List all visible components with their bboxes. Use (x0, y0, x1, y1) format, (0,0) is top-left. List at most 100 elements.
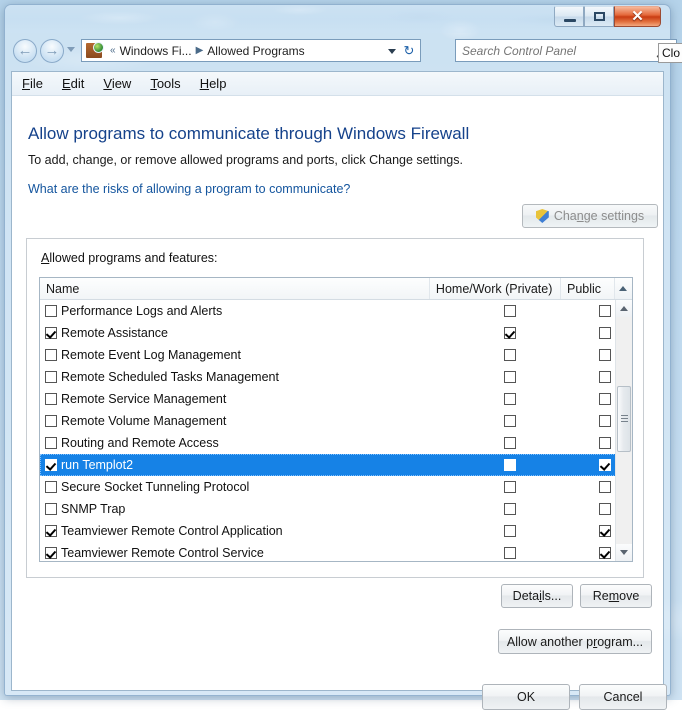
breadcrumb-current[interactable]: Allowed Programs (207, 44, 304, 58)
row-private-checkbox[interactable] (504, 415, 516, 427)
row-enabled-checkbox[interactable] (45, 305, 57, 317)
menu-item-file[interactable]: File (22, 76, 43, 91)
row-program-name: run Templot2 (61, 458, 133, 472)
row-name-cell: Secure Socket Tunneling Protocol (40, 480, 442, 494)
allow-another-label: Allow another program... (507, 635, 643, 649)
row-public-checkbox[interactable] (599, 437, 611, 449)
row-enabled-checkbox[interactable] (45, 459, 57, 471)
table-row[interactable]: Remote Volume Management (40, 410, 632, 432)
row-private-checkbox[interactable] (504, 305, 516, 317)
row-public-checkbox[interactable] (599, 481, 611, 493)
row-enabled-checkbox[interactable] (45, 371, 57, 383)
minimize-button[interactable] (554, 6, 584, 27)
table-row[interactable]: SNMP Trap (40, 498, 632, 520)
row-private-checkbox[interactable] (504, 393, 516, 405)
remove-button[interactable]: Remove (580, 584, 652, 608)
forward-button[interactable]: → (40, 39, 64, 63)
maximize-button[interactable] (584, 6, 614, 27)
title-bar: ✕ (5, 5, 670, 33)
row-enabled-checkbox[interactable] (45, 547, 57, 559)
table-row[interactable]: Performance Logs and Alerts (40, 300, 632, 322)
ok-button[interactable]: OK (482, 684, 570, 710)
row-public-checkbox[interactable] (599, 327, 611, 339)
column-header-corner[interactable] (615, 278, 632, 299)
scroll-down-button[interactable] (616, 544, 632, 561)
list-vertical-scrollbar[interactable] (615, 300, 632, 561)
row-enabled-checkbox[interactable] (45, 503, 57, 515)
row-private-checkbox[interactable] (504, 371, 516, 383)
row-enabled-checkbox[interactable] (45, 393, 57, 405)
row-name-cell: Remote Service Management (40, 392, 442, 406)
forward-arrow-icon: → (41, 40, 63, 62)
menu-item-help[interactable]: Help (200, 76, 227, 91)
table-row[interactable]: Remote Assistance (40, 322, 632, 344)
table-row[interactable]: Remote Service Management (40, 388, 632, 410)
table-row[interactable]: Teamviewer Remote Control Service (40, 542, 632, 562)
table-row[interactable]: Routing and Remote Access (40, 432, 632, 454)
row-program-name: Remote Assistance (61, 326, 168, 340)
refresh-icon[interactable]: ↻ (400, 43, 418, 59)
row-public-checkbox[interactable] (599, 525, 611, 537)
row-enabled-checkbox[interactable] (45, 327, 57, 339)
row-private-checkbox[interactable] (504, 503, 516, 515)
table-row[interactable]: Remote Scheduled Tasks Management (40, 366, 632, 388)
menu-item-edit[interactable]: Edit (62, 76, 84, 91)
row-private-checkbox[interactable] (504, 349, 516, 361)
row-public-checkbox[interactable] (599, 393, 611, 405)
change-settings-button[interactable]: Change settings (522, 204, 658, 228)
table-row[interactable]: Remote Event Log Management (40, 344, 632, 366)
row-enabled-checkbox[interactable] (45, 481, 57, 493)
row-private-checkbox[interactable] (504, 547, 516, 559)
row-public-checkbox[interactable] (599, 371, 611, 383)
row-program-name: Remote Service Management (61, 392, 226, 406)
row-public-checkbox[interactable] (599, 503, 611, 515)
search-input[interactable] (460, 43, 656, 59)
row-public-checkbox[interactable] (599, 305, 611, 317)
allowed-programs-list[interactable]: Name Home/Work (Private) Public Performa… (39, 277, 633, 562)
row-enabled-checkbox[interactable] (45, 525, 57, 537)
address-chevron-down-icon[interactable] (388, 49, 396, 54)
row-public-checkbox[interactable] (599, 459, 611, 471)
page-title: Allow programs to communicate through Wi… (28, 124, 469, 144)
breadcrumb-overflow[interactable]: « (106, 45, 120, 56)
details-button[interactable]: Details... (501, 584, 573, 608)
menu-item-tools[interactable]: Tools (150, 76, 180, 91)
column-header-public[interactable]: Public (561, 278, 615, 299)
row-enabled-checkbox[interactable] (45, 415, 57, 427)
row-private-checkbox[interactable] (504, 459, 516, 471)
row-enabled-checkbox[interactable] (45, 437, 57, 449)
breadcrumb-parent[interactable]: Windows Fi... (120, 44, 192, 58)
breadcrumb-separator-icon[interactable]: ▶ (192, 45, 208, 56)
row-public-checkbox[interactable] (599, 547, 611, 559)
column-header-private[interactable]: Home/Work (Private) (430, 278, 561, 299)
row-name-cell: Performance Logs and Alerts (40, 304, 442, 318)
close-button[interactable]: ✕ (614, 6, 661, 27)
row-enabled-checkbox[interactable] (45, 349, 57, 361)
row-private-cell (442, 437, 577, 449)
scrollbar-grip-icon (621, 415, 628, 422)
recent-pages-chevron-down-icon[interactable] (67, 47, 75, 52)
risks-link[interactable]: What are the risks of allowing a program… (28, 182, 350, 196)
row-program-name: SNMP Trap (61, 502, 125, 516)
menu-bar: File Edit View Tools Help (12, 72, 663, 96)
row-public-checkbox[interactable] (599, 349, 611, 361)
row-private-checkbox[interactable] (504, 437, 516, 449)
search-box[interactable]: 🔍 (455, 39, 677, 62)
row-private-checkbox[interactable] (504, 327, 516, 339)
cancel-button[interactable]: Cancel (579, 684, 667, 710)
table-row[interactable]: Teamviewer Remote Control Application (40, 520, 632, 542)
allow-another-program-button[interactable]: Allow another program... (498, 629, 652, 654)
table-row[interactable]: Secure Socket Tunneling Protocol (40, 476, 632, 498)
row-private-checkbox[interactable] (504, 525, 516, 537)
row-public-checkbox[interactable] (599, 415, 611, 427)
menu-item-view[interactable]: View (103, 76, 131, 91)
scroll-up-button[interactable] (616, 300, 632, 317)
maximize-icon (594, 12, 605, 21)
row-private-checkbox[interactable] (504, 481, 516, 493)
column-header-name[interactable]: Name (40, 278, 430, 299)
groupbox-label: Allowed programs and features: (41, 251, 218, 265)
address-bar[interactable]: « Windows Fi... ▶ Allowed Programs ↻ (81, 39, 421, 62)
scrollbar-thumb[interactable] (617, 386, 631, 452)
back-button[interactable]: ← (13, 39, 37, 63)
table-row[interactable]: run Templot2 (40, 454, 632, 476)
